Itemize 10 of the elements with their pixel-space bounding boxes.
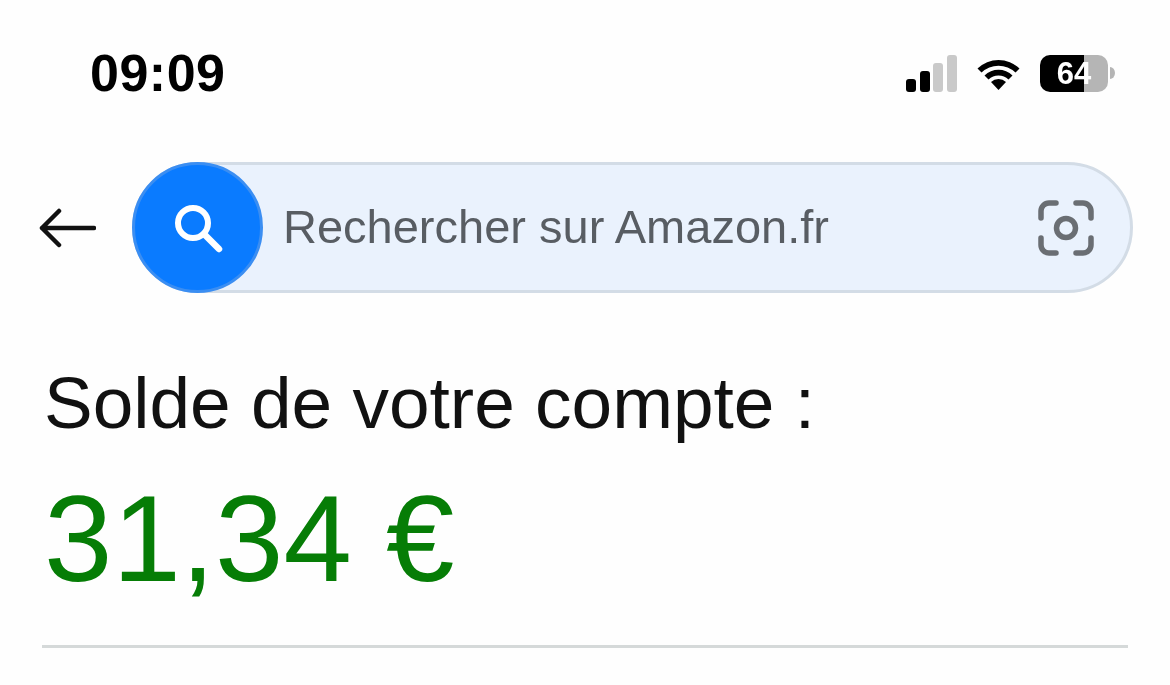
camera-icon[interactable] <box>1038 199 1094 256</box>
battery-tip-icon <box>1110 67 1115 79</box>
search-field[interactable]: Rechercher sur Amazon.fr <box>283 192 1038 263</box>
balance-amount: 31,34 € <box>44 471 456 607</box>
back-button[interactable] <box>38 207 96 248</box>
status-time: 09:09 <box>90 47 226 99</box>
search-bar[interactable]: Rechercher sur Amazon.fr <box>132 162 1133 293</box>
back-arrow-icon <box>38 207 96 248</box>
signal-icon <box>906 54 957 92</box>
balance-label: Solde de votre compte : <box>44 363 816 444</box>
